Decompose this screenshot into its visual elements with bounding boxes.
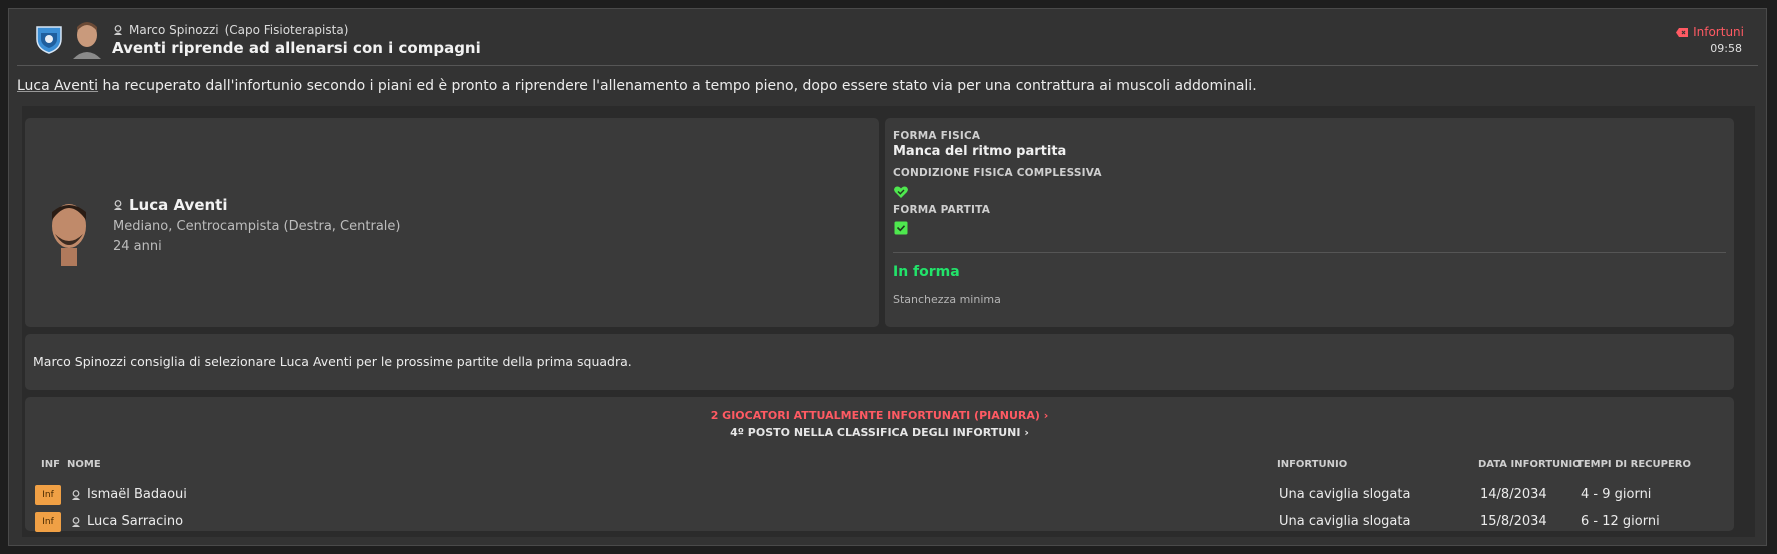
injured-players-link-text[interactable]: 2 GIOCATORI ATTUALMENTE INFORTUNATI (PIA…: [711, 409, 1040, 422]
person-icon: [72, 490, 80, 500]
player-card: Luca Aventi Mediano, Centrocampista (Des…: [25, 118, 879, 327]
fitness-status: In forma: [893, 264, 960, 280]
person-icon: [114, 200, 122, 210]
column-header-inf[interactable]: INF: [41, 459, 60, 470]
club-badge-icon[interactable]: [33, 23, 65, 55]
advice-text: Marco Spinozzi consiglia di selezionare …: [33, 354, 632, 369]
sender-role: (Capo Fisioterapista): [224, 23, 349, 37]
fatigue-text: Stanchezza minima: [893, 293, 1001, 306]
injury-badge: Inf: [35, 485, 61, 505]
forma-partita-label: FORMA PARTITA: [893, 204, 991, 216]
person-icon: [114, 25, 122, 35]
sender-name[interactable]: Marco Spinozzi: [129, 23, 219, 37]
injury-card: 2 GIOCATORI ATTUALMENTE INFORTUNATI (PIA…: [25, 397, 1734, 532]
column-header-name[interactable]: NOME: [67, 459, 101, 470]
chevron-right-icon: ›: [1043, 409, 1049, 422]
news-header: Marco Spinozzi (Capo Fisioterapista) Ave…: [9, 9, 1766, 65]
table-row[interactable]: Inf Luca Sarracino Una caviglia slogata …: [25, 510, 1734, 536]
condizione-label: CONDIZIONE FISICA COMPLESSIVA: [893, 167, 1102, 179]
row-date: 15/8/2034: [1480, 514, 1547, 529]
chevron-right-icon: ›: [1024, 426, 1029, 439]
injured-players-link[interactable]: 2 GIOCATORI ATTUALMENTE INFORTUNATI (PIA…: [25, 409, 1734, 422]
row-player-name[interactable]: Luca Sarracino: [87, 514, 183, 529]
row-injury: Una caviglia slogata: [1279, 487, 1411, 502]
message-body: ha recuperato dall'infortunio secondo i …: [98, 78, 1257, 94]
injury-tag-icon: [1676, 27, 1689, 37]
row-date: 14/8/2034: [1480, 487, 1547, 502]
sender-line[interactable]: Marco Spinozzi (Capo Fisioterapista): [113, 23, 348, 37]
player-name-text[interactable]: Luca Aventi: [129, 196, 228, 214]
injury-table-link[interactable]: 4º POSTO NELLA CLASSIFICA DEGLI INFORTUN…: [25, 426, 1734, 439]
injury-badge: Inf: [35, 512, 61, 532]
column-header-date[interactable]: DATA INFORTUNIO: [1478, 459, 1581, 470]
forma-fisica-value: Manca del ritmo partita: [893, 144, 1067, 159]
staff-avatar[interactable]: [69, 19, 105, 59]
news-message: Luca Aventi ha recuperato dall'infortuni…: [17, 78, 1257, 94]
person-icon: [72, 517, 80, 527]
forma-fisica-label: FORMA FISICA: [893, 130, 981, 142]
player-age: 24 anni: [113, 239, 162, 254]
news-title: Aventi riprende ad allenarsi con i compa…: [112, 39, 481, 57]
table-row[interactable]: Inf Ismaël Badaoui Una caviglia slogata …: [25, 483, 1734, 509]
fitness-card: FORMA FISICA Manca del ritmo partita CON…: [885, 118, 1734, 327]
player-avatar[interactable]: [45, 196, 93, 266]
divider: [17, 65, 1758, 66]
column-header-recovery[interactable]: TEMPI DI RECUPERO: [1577, 459, 1691, 470]
player-role: Mediano, Centrocampista (Destra, Central…: [113, 219, 401, 234]
check-icon[interactable]: [893, 220, 909, 236]
player-link[interactable]: Luca Aventi: [17, 78, 98, 94]
row-recovery: 4 - 9 giorni: [1581, 487, 1652, 502]
news-item-panel: Marco Spinozzi (Capo Fisioterapista) Ave…: [8, 8, 1767, 546]
row-injury: Una caviglia slogata: [1279, 514, 1411, 529]
column-header-injury[interactable]: INFORTUNIO: [1277, 459, 1347, 470]
category-label[interactable]: Infortuni: [1676, 25, 1744, 39]
player-name[interactable]: Luca Aventi: [113, 196, 228, 214]
advice-card: Marco Spinozzi consiglia di selezionare …: [25, 334, 1734, 390]
injury-table-link-text[interactable]: 4º POSTO NELLA CLASSIFICA DEGLI INFORTUN…: [730, 426, 1020, 439]
heart-icon[interactable]: [893, 184, 909, 200]
divider: [893, 252, 1726, 253]
category-text[interactable]: Infortuni: [1693, 25, 1744, 39]
row-player-name[interactable]: Ismaël Badaoui: [87, 487, 187, 502]
news-time: 09:58: [1710, 42, 1742, 55]
row-recovery: 6 - 12 giorni: [1581, 514, 1660, 529]
